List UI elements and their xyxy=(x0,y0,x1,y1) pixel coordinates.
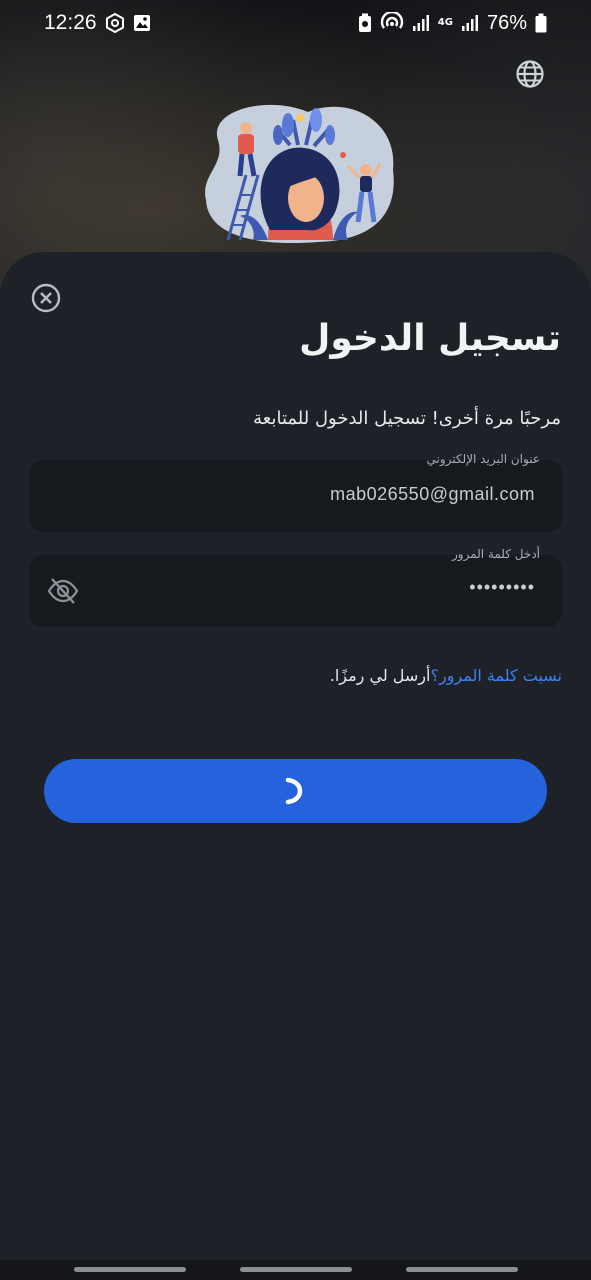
status-right: 4G 76% xyxy=(358,12,547,35)
nav-handle-right[interactable] xyxy=(406,1267,518,1272)
status-left: 12:26 xyxy=(44,11,151,35)
globe-icon xyxy=(516,60,544,88)
signal-icon xyxy=(461,15,478,31)
close-button[interactable] xyxy=(30,282,62,314)
nav-handle-left[interactable] xyxy=(74,1267,186,1272)
nav-handle-center[interactable] xyxy=(240,1267,352,1272)
email-field[interactable]: عنوان البريد الإلكتروني mab026550@gmail.… xyxy=(29,452,562,532)
email-label: عنوان البريد الإلكتروني xyxy=(426,452,540,466)
forgot-password-row: نسيت كلمة المرور؟أرسل لي رمزًا. xyxy=(330,666,562,685)
password-label: أدخل كلمة المرور xyxy=(451,547,540,561)
eye-off-icon xyxy=(47,578,79,604)
battery-saver-icon xyxy=(358,13,371,32)
settings-hex-icon xyxy=(105,13,124,33)
loading-spinner-icon xyxy=(285,777,302,805)
signal-icon xyxy=(412,15,429,31)
send-code-link[interactable]: أرسل لي رمزًا. xyxy=(330,666,431,685)
battery-icon xyxy=(535,13,547,33)
forgot-password-link[interactable]: نسيت كلمة المرور؟ xyxy=(430,666,562,685)
close-icon xyxy=(31,283,61,313)
language-button[interactable] xyxy=(514,58,546,90)
gallery-icon xyxy=(133,15,150,31)
password-field[interactable]: أدخل كلمة المرور ••••••••• xyxy=(29,547,562,627)
hotspot-icon xyxy=(380,12,403,29)
person-with-plants-illustration xyxy=(205,104,394,244)
email-value[interactable]: mab026550@gmail.com xyxy=(330,484,535,505)
status-time: 12:26 xyxy=(44,11,97,34)
page-subtitle: مرحبًا مرة أخرى! تسجيل الدخول للمتابعة xyxy=(253,408,561,429)
password-visibility-toggle[interactable] xyxy=(47,575,79,607)
login-button[interactable] xyxy=(44,759,547,823)
battery-percent: 76% xyxy=(486,11,527,34)
network-type: 4G xyxy=(437,17,453,28)
page-title: تسجيل الدخول xyxy=(299,318,561,359)
status-bar: 12:26 4G 76% xyxy=(0,0,591,46)
login-sheet xyxy=(0,252,591,1260)
password-value[interactable]: ••••••••• xyxy=(469,577,535,598)
